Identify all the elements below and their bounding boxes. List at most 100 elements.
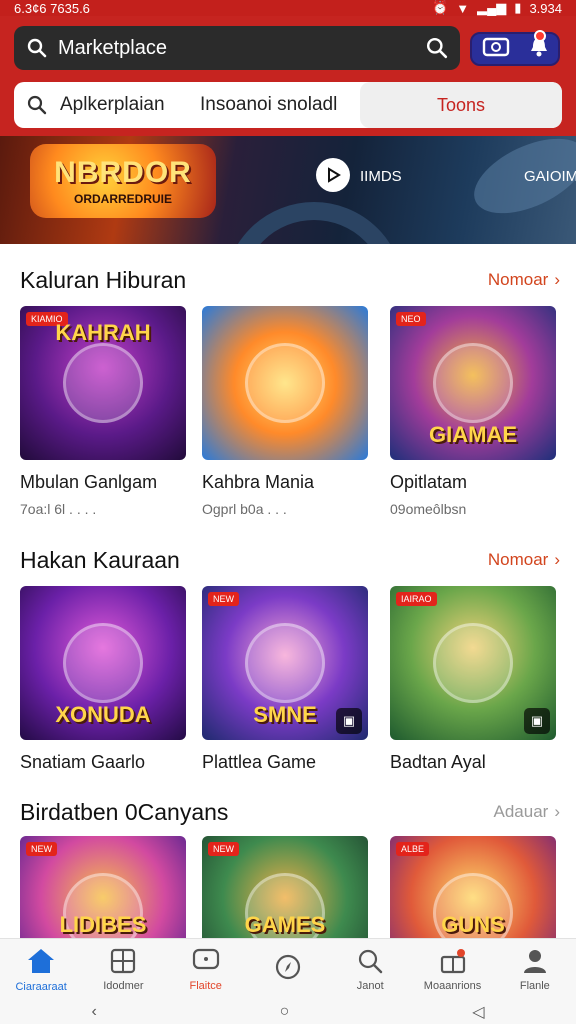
card-art-caption: GAMES	[244, 912, 326, 937]
section-title: Kaluran Hiburan	[20, 266, 187, 293]
chevron-right-icon: ›	[554, 802, 560, 821]
character-art	[433, 623, 513, 703]
card-tag: ALBE	[396, 842, 430, 856]
game-thumbnail: NEW SMNE ▣	[202, 586, 368, 740]
character-art	[63, 623, 143, 703]
card-art-caption: GUNS	[441, 912, 505, 937]
search-label: Marketplace	[58, 36, 167, 59]
signal-icon: ▂▄▆	[477, 0, 507, 15]
video-clip-icon[interactable]: ▣	[336, 708, 362, 734]
nav-item-categories[interactable]: Idodmer	[82, 939, 164, 1000]
card-tag: NEW	[26, 842, 57, 856]
card-title: Kahbra Mania	[202, 472, 315, 492]
card-tag: NEW	[208, 592, 239, 606]
app-header: Marketplace Aplkerplaian Insoanoi snolad…	[0, 16, 576, 136]
filter-chip-first[interactable]: Aplkerplaian	[60, 94, 200, 116]
section-header: Kaluran Hiburan Nomoar ›	[20, 264, 560, 296]
nav-item-explore[interactable]	[247, 939, 329, 1000]
game-thumbnail: NEW LIDIBES	[20, 836, 186, 938]
wallet-icon[interactable]	[482, 37, 510, 62]
character-art	[245, 623, 325, 703]
card-title: Badtan Ayal	[390, 752, 486, 772]
recents-icon[interactable]: ◁	[472, 1002, 484, 1022]
card-art-caption: GIAMAE	[429, 422, 517, 447]
wifi-icon: ▼	[456, 0, 470, 16]
nav-label: Flanle	[519, 979, 550, 992]
search-icon	[26, 37, 48, 59]
chevron-right-icon: ›	[554, 550, 560, 569]
game-thumbnail: ALBE GUNS	[390, 836, 556, 938]
card-art-caption: KAHRAH	[55, 320, 151, 345]
nav-item-home[interactable]: Ciaraaraat	[0, 939, 82, 1000]
card-title: Mbulan Ganlgam	[20, 472, 158, 492]
section-header: Hakan Kauraan Nomoar ›	[20, 544, 560, 576]
game-card[interactable]: IAIRAO ▣ Badtan Ayal	[390, 586, 556, 773]
compass-icon	[275, 954, 301, 979]
promo-banner[interactable]: NBRDOR ORDARREDRUIE IIMDS GAIOIM	[0, 136, 576, 244]
bottom-nav: Ciaraaraat Idodmer Flaitce Janot Moaanri…	[0, 938, 576, 1000]
banner-text: IIMDS	[360, 168, 402, 185]
video-clip-icon[interactable]: ▣	[524, 708, 550, 734]
status-bar: 6.3¢6 7635.6 ⏰ ▼ ▂▄▆ ▮ 3.934	[0, 0, 576, 16]
card-tag: IAIRAO	[396, 592, 437, 606]
banner-text-secondary: GAIOIM	[524, 168, 576, 185]
filter-row: Aplkerplaian Insoanoi snoladl Toons	[14, 82, 562, 128]
game-thumbnail: NEO GIAMAE	[390, 306, 556, 460]
section-more-link[interactable]: Nomoar ›	[488, 550, 560, 570]
nav-item-rewards[interactable]: Moaanrions	[411, 939, 493, 1000]
notification-badge	[534, 30, 546, 42]
card-tag: NEO	[396, 312, 426, 326]
filter-segment-button[interactable]: Toons	[360, 82, 562, 128]
game-card[interactable]: ALBE GUNS	[390, 836, 556, 938]
game-card[interactable]: KIAMIO KAHRAH Mbulan Ganlgam 7oa:l 6l . …	[20, 306, 186, 517]
back-icon[interactable]: ‹	[91, 1003, 96, 1021]
game-card[interactable]: NEO GIAMAE Opitlatam 09omeôlbsn	[390, 306, 556, 517]
alarm-icon: ⏰	[432, 0, 449, 15]
nav-item-profile[interactable]: Flanle	[494, 939, 576, 1000]
nav-item-search[interactable]: Janot	[329, 939, 411, 1000]
nav-item-messages[interactable]: Flaitce	[165, 939, 247, 1000]
home-icon	[28, 948, 55, 973]
game-card[interactable]: NEW GAMES	[202, 836, 368, 938]
section-more-link[interactable]: Adauar ›	[494, 802, 561, 822]
banner-controller-art	[224, 202, 404, 244]
game-card[interactable]: XONUDA Snatiam Gaarlo	[20, 586, 186, 773]
card-title: Plattlea Game	[202, 752, 317, 772]
status-time: 6.3¢6 7635.6	[14, 0, 90, 16]
search-bar[interactable]: Marketplace	[14, 26, 460, 70]
game-thumbnail: NEW GAMES	[202, 836, 368, 938]
grid-icon	[111, 948, 136, 973]
banner-logo: NBRDOR ORDARREDRUIE	[30, 144, 216, 218]
content-area: Kaluran Hiburan Nomoar › KIAMIO KAHRAH Mb…	[0, 244, 576, 938]
character-art	[245, 343, 325, 423]
card-tag: NEW	[208, 842, 239, 856]
nav-label: Janot	[356, 979, 384, 992]
filter-search-icon	[14, 95, 60, 115]
search-submit-icon[interactable]	[426, 37, 448, 59]
gift-icon	[440, 948, 465, 973]
chat-icon	[192, 948, 219, 969]
game-card[interactable]: NEW SMNE ▣ Plattlea Game	[202, 586, 368, 773]
game-card[interactable]: Kahbra Mania Ogprl b0a . . .	[202, 306, 368, 517]
section-more-link[interactable]: Nomoar ›	[488, 270, 560, 290]
banner-logo-title: NBRDOR	[54, 156, 192, 189]
home-circle-icon[interactable]: ○	[280, 1003, 290, 1021]
system-navigation: ‹ ○ ◁	[0, 1000, 576, 1024]
character-art	[433, 343, 513, 423]
game-thumbnail: KIAMIO KAHRAH	[20, 306, 186, 460]
game-card[interactable]: NEW LIDIBES	[20, 836, 186, 938]
card-title: Snatiam Gaarlo	[20, 752, 146, 772]
banner-play-icon[interactable]	[316, 158, 350, 192]
card-art-caption: XONUDA	[55, 702, 151, 727]
battery-icon: ▮	[514, 0, 522, 15]
status-battery-text: 3.934	[529, 0, 562, 16]
nav-label: Flaitce	[189, 979, 222, 992]
nav-label: Moaanrions	[423, 979, 482, 992]
status-icons: ⏰ ▼ ▂▄▆ ▮ 3.934	[432, 0, 562, 16]
game-thumbnail: IAIRAO ▣	[390, 586, 556, 740]
banner-logo-subtitle: ORDARREDRUIE	[73, 192, 172, 206]
nav-label: Idodmer	[103, 979, 144, 992]
filter-chip-second[interactable]: Insoanoi snoladl	[200, 94, 360, 116]
section-header: Birdatben 0Canyans Adauar ›	[20, 796, 560, 828]
character-art	[63, 343, 143, 423]
